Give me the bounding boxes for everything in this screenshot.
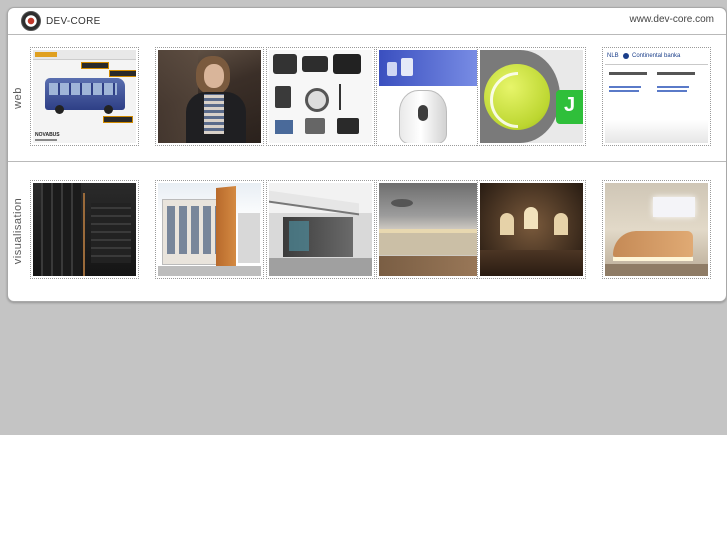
logo-text: DEV-CORE: [46, 15, 101, 27]
bus-windows: [49, 83, 117, 95]
novabus-caption: NOVABUS: [35, 132, 60, 138]
ground: [158, 266, 261, 276]
hanging-lamp: [391, 199, 413, 207]
window-arch: [554, 213, 568, 235]
text-line: [35, 139, 57, 141]
web-thumb-fashion-photo[interactable]: [155, 47, 264, 146]
bus-body: [45, 78, 125, 114]
vis-thumb-building-exterior[interactable]: [155, 180, 264, 279]
web-thumb-camera-shop[interactable]: [266, 47, 375, 146]
header: DEV-CORE www.dev-core.com: [8, 8, 726, 35]
web-thumb-novabus[interactable]: NOVABUS: [30, 47, 139, 146]
flash-icon: [275, 86, 291, 108]
nlb-divider: [605, 64, 708, 65]
link-line: [609, 86, 641, 88]
logo[interactable]: DEV-CORE: [21, 11, 101, 31]
product-mini: [401, 58, 413, 76]
bus-wheel: [55, 105, 64, 114]
camera-icon: [273, 54, 297, 74]
nlb-logo: NLB: [607, 53, 619, 59]
web-thumb-tennis-logo[interactable]: J: [477, 47, 586, 146]
camcorder-icon: [302, 56, 328, 72]
product-mini: [387, 62, 397, 76]
vis-thumb-terrace-render[interactable]: [376, 180, 485, 279]
vis-thumb-arched-hall[interactable]: [477, 180, 586, 279]
link-line: [657, 90, 687, 92]
green-block: J: [556, 90, 583, 124]
video-light-icon: [337, 118, 359, 134]
footer-gradient: [605, 120, 708, 143]
web-thumb-dispenser-product[interactable]: [376, 47, 485, 146]
wall-screen: [653, 197, 695, 217]
accent-strip: [83, 193, 85, 276]
glass-facade: [283, 217, 353, 257]
portfolio-panel: DEV-CORE www.dev-core.com web visualisat…: [7, 7, 727, 302]
window-arch: [524, 207, 538, 229]
timber-panel: [216, 185, 236, 275]
dispenser-image: [399, 90, 447, 143]
bank-name: Continental banka: [632, 53, 681, 59]
hall-floor: [480, 250, 583, 276]
product-banner: [379, 50, 482, 86]
desk-light-strip: [613, 257, 693, 261]
visualisation-label: visualisation: [12, 197, 25, 265]
glass-pane: [289, 221, 309, 251]
interior-floor: [605, 264, 708, 276]
led-sign: [109, 70, 136, 77]
face: [204, 64, 224, 88]
row-label-web: web: [11, 35, 25, 161]
screen-icon: [275, 120, 293, 134]
logo-mark-icon: [21, 11, 41, 31]
glass-balustrade: [379, 233, 482, 255]
site-url[interactable]: www.dev-core.com: [630, 14, 714, 25]
letter-mark: J: [564, 94, 576, 116]
web-thumb-nlb-bank[interactable]: NLB Continental banka: [602, 47, 711, 146]
wooden-floor: [379, 256, 482, 276]
bus-wheel: [104, 105, 113, 114]
pavement: [269, 258, 372, 276]
link-line: [609, 90, 639, 92]
striped-shirt: [204, 94, 224, 134]
pro-camcorder-icon: [333, 54, 361, 74]
side-wing: [238, 213, 260, 263]
lens-icon: [305, 88, 329, 112]
dispenser-slot: [418, 105, 428, 121]
tripod-icon: [339, 84, 341, 110]
vis-thumb-glass-pavilion[interactable]: [266, 180, 375, 279]
facade-panels: [41, 183, 81, 276]
led-sign: [103, 116, 133, 123]
vis-thumb-reception-interior[interactable]: [602, 180, 711, 279]
link-line: [657, 86, 689, 88]
window-arch: [500, 213, 514, 235]
site-logo: [35, 52, 57, 57]
row-label-visualisation: visualisation: [11, 162, 25, 300]
tennis-ball-icon: [484, 64, 550, 130]
vis-thumb-dark-facade[interactable]: [30, 180, 139, 279]
nav-strip: [33, 50, 136, 60]
reception-desk: [613, 231, 693, 257]
header-divider: [8, 34, 726, 35]
web-label: web: [12, 87, 24, 109]
ball-seam: [490, 72, 518, 128]
text-line: [609, 72, 647, 75]
facade-louvers: [91, 203, 131, 263]
text-line: [657, 72, 695, 75]
led-sign: [81, 62, 109, 69]
row-divider: [8, 161, 726, 162]
nlb-dot-icon: [623, 53, 629, 59]
printer-icon: [305, 118, 325, 134]
nlb-brand: NLB: [607, 53, 619, 59]
